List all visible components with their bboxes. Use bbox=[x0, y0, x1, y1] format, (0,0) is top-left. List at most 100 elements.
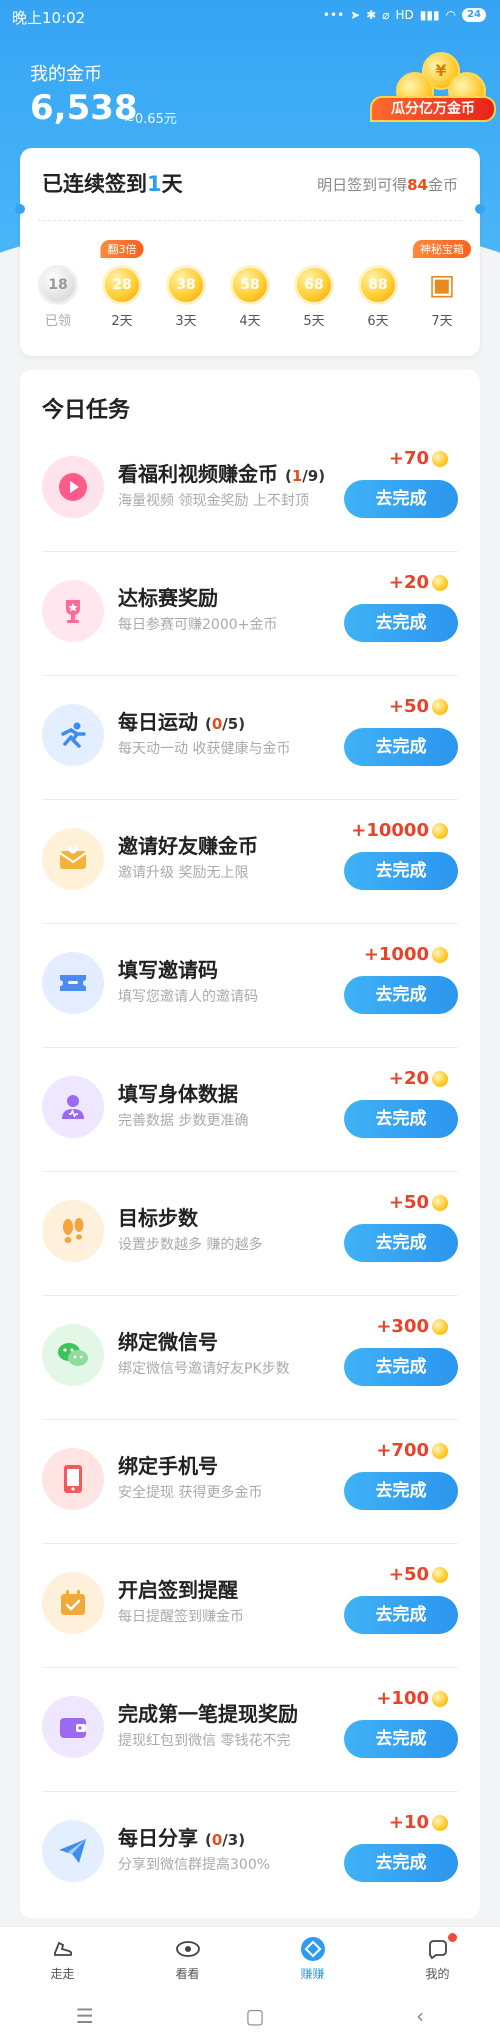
shoe-icon bbox=[49, 1935, 77, 1963]
earn-icon bbox=[299, 1935, 327, 1963]
envelope-icon bbox=[42, 828, 104, 890]
coin-icon bbox=[432, 698, 448, 715]
task-row[interactable]: 完成第一笔提现奖励 提现红包到微信 零钱花不完 +100 去完成 bbox=[20, 1668, 480, 1792]
menu-icon[interactable]: ☰ bbox=[76, 2004, 94, 2028]
go-complete-button[interactable]: 去完成 bbox=[344, 1224, 458, 1262]
coin-balance: 6,538 bbox=[30, 88, 138, 128]
checkin-title: 已连续签到1天 bbox=[42, 168, 183, 198]
task-name: 目标步数 bbox=[118, 1202, 198, 1231]
task-description: 提现红包到微信 零钱花不完 bbox=[118, 1733, 291, 1749]
task-row[interactable]: 达标赛奖励 每日参赛可赚2000+金币 +20 去完成 bbox=[20, 552, 480, 676]
coin-icon bbox=[432, 1194, 448, 1211]
reward-amount: +1000 bbox=[363, 944, 429, 965]
task-row[interactable]: 绑定手机号 安全提现 获得更多金币 +700 去完成 bbox=[20, 1420, 480, 1544]
reward-amount: +70 bbox=[388, 448, 429, 469]
task-name: 完成第一笔提现奖励 bbox=[118, 1698, 298, 1727]
task-row[interactable]: 看福利视频赚金币 (1/9) 海量视频 领现金奖励 上不封顶 +70 去完成 bbox=[20, 428, 480, 552]
task-reward: +50 bbox=[389, 696, 448, 717]
tab-watch[interactable]: 看看 bbox=[125, 1927, 250, 1988]
reward-amount: +300 bbox=[376, 1316, 429, 1337]
checkin-day-2[interactable]: 翻3倍 28 2天 bbox=[94, 240, 150, 348]
task-progress-current: 1 bbox=[291, 467, 303, 485]
coin-icon bbox=[432, 1814, 448, 1831]
task-row[interactable]: 填写邀请码 填写您邀请人的邀请码 +1000 去完成 bbox=[20, 924, 480, 1048]
checkin-day-6[interactable]: 88 6天 bbox=[350, 268, 406, 348]
day-label: 7天 bbox=[431, 314, 453, 329]
go-complete-button[interactable]: 去完成 bbox=[344, 976, 458, 1014]
go-complete-button[interactable]: 去完成 bbox=[344, 1596, 458, 1634]
task-row[interactable]: 每日运动 (0/5) 每天动一动 收获健康与金币 +50 去完成 bbox=[20, 676, 480, 800]
go-complete-button[interactable]: 去完成 bbox=[344, 1348, 458, 1386]
task-description: 绑定微信号邀请好友PK步数 bbox=[118, 1361, 290, 1377]
task-row[interactable]: 开启签到提醒 每日提醒签到赚金币 +50 去完成 bbox=[20, 1544, 480, 1668]
task-name-text: 填写邀请码 bbox=[118, 958, 218, 982]
task-name-text: 达标赛奖励 bbox=[118, 586, 218, 610]
play-icon bbox=[42, 456, 104, 518]
task-row[interactable]: 绑定微信号 绑定微信号邀请好友PK步数 +300 去完成 bbox=[20, 1296, 480, 1420]
go-complete-button[interactable]: 去完成 bbox=[344, 480, 458, 518]
checkin-day-3[interactable]: 38 3天 bbox=[158, 268, 214, 348]
coin-icon bbox=[432, 1566, 448, 1583]
task-row[interactable]: 目标步数 设置步数越多 赚的越多 +50 去完成 bbox=[20, 1172, 480, 1296]
tab-walk[interactable]: 走走 bbox=[0, 1927, 125, 1988]
task-reward: +70 bbox=[389, 448, 448, 469]
checkin-day-1[interactable]: 18 已领 bbox=[30, 268, 86, 348]
reward-amount: +50 bbox=[388, 1192, 429, 1213]
task-reward: +10 bbox=[389, 1812, 448, 1833]
task-progress-current: 0 bbox=[211, 715, 223, 733]
day-label: 4天 bbox=[239, 314, 261, 329]
task-description: 每天动一动 收获健康与金币 bbox=[118, 741, 291, 757]
task-row[interactable]: 填写身体数据 完善数据 步数更准确 +20 去完成 bbox=[20, 1048, 480, 1172]
dashed-divider bbox=[38, 220, 462, 221]
coin-icon bbox=[432, 822, 448, 839]
task-progress-total: /5 bbox=[222, 715, 239, 733]
mute-icon: ⌀ bbox=[382, 8, 390, 22]
tip-suffix: 金币 bbox=[427, 176, 458, 194]
wifi-icon: ◠ bbox=[445, 8, 457, 22]
task-name-text: 填写身体数据 bbox=[118, 1082, 238, 1106]
go-complete-button[interactable]: 去完成 bbox=[344, 1472, 458, 1510]
system-nav-bar: ☰ ▢ ‹ bbox=[0, 1988, 500, 2043]
wechat-icon bbox=[42, 1324, 104, 1386]
more-icon: ••• bbox=[322, 8, 345, 22]
coin-rmb-value: ≈0.65元 bbox=[124, 112, 177, 127]
task-name: 每日分享 (0/3) bbox=[118, 1822, 245, 1851]
coin-title: 我的金币 bbox=[30, 64, 102, 85]
coin-icon: 88 bbox=[361, 268, 395, 302]
task-name: 达标赛奖励 bbox=[118, 582, 218, 611]
task-row[interactable]: 每日分享 (0/3) 分享到微信群提高300% +10 去完成 bbox=[20, 1792, 480, 1916]
checkin-day-5[interactable]: 68 5天 bbox=[286, 268, 342, 348]
tasks-title: 今日任务 bbox=[42, 398, 131, 423]
task-progress-current: 0 bbox=[211, 1831, 223, 1849]
reward-amount: +20 bbox=[388, 1068, 429, 1089]
eye-icon bbox=[174, 1935, 202, 1963]
checkin-day-7[interactable]: 神秘宝箱 ▣ 7天 bbox=[413, 240, 471, 348]
coin-icon: 18 bbox=[41, 268, 75, 302]
tab-label: 看看 bbox=[175, 1967, 200, 1981]
reward-amount: +20 bbox=[388, 572, 429, 593]
go-complete-button[interactable]: 去完成 bbox=[344, 604, 458, 642]
reward-amount: +50 bbox=[388, 696, 429, 717]
tab-profile[interactable]: 我的 bbox=[375, 1927, 500, 1988]
reward-amount: +100 bbox=[376, 1688, 429, 1709]
divide-coins-badge[interactable]: 瓜分亿万金币 bbox=[370, 96, 496, 122]
task-name-text: 目标步数 bbox=[118, 1206, 198, 1230]
tab-earn[interactable]: 赚赚 bbox=[250, 1927, 375, 1988]
go-complete-button[interactable]: 去完成 bbox=[344, 1100, 458, 1138]
task-reward: +1000 bbox=[364, 944, 448, 965]
mystery-box-tag: 神秘宝箱 bbox=[413, 240, 471, 258]
coin-icon bbox=[432, 1070, 448, 1087]
go-complete-button[interactable]: 去完成 bbox=[344, 852, 458, 890]
home-icon[interactable]: ▢ bbox=[246, 2004, 265, 2028]
task-description: 完善数据 步数更准确 bbox=[118, 1113, 249, 1129]
go-complete-button[interactable]: 去完成 bbox=[344, 1844, 458, 1882]
task-description: 邀请升级 奖励无上限 bbox=[118, 865, 249, 881]
task-name-text: 开启签到提醒 bbox=[118, 1578, 238, 1602]
status-time: 晚上10:02 bbox=[12, 9, 86, 27]
go-complete-button[interactable]: 去完成 bbox=[344, 1720, 458, 1758]
task-name: 开启签到提醒 bbox=[118, 1574, 238, 1603]
back-icon[interactable]: ‹ bbox=[416, 2004, 424, 2028]
go-complete-button[interactable]: 去完成 bbox=[344, 728, 458, 766]
task-row[interactable]: 邀请好友赚金币 邀请升级 奖励无上限 +10000 去完成 bbox=[20, 800, 480, 924]
checkin-day-4[interactable]: 58 4天 bbox=[222, 268, 278, 348]
